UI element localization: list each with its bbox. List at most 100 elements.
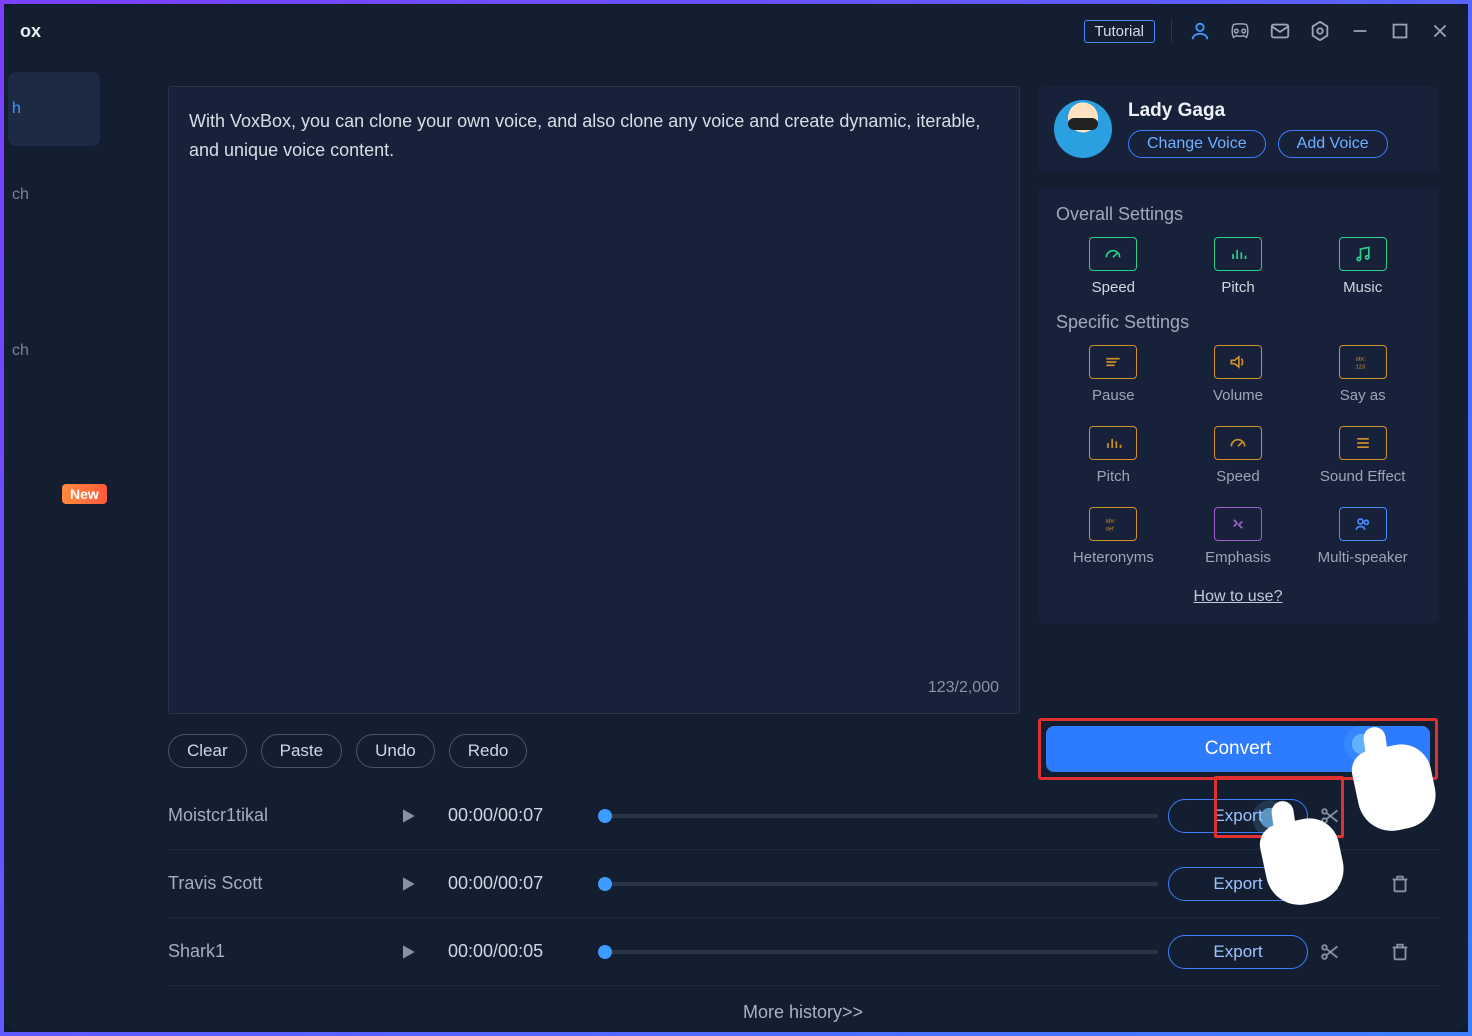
voice-card: Lady Gaga Change Voice Add Voice	[1038, 86, 1438, 172]
sidebar-item-0[interactable]: h	[8, 72, 100, 146]
play-icon[interactable]	[398, 942, 418, 962]
settings-icon[interactable]	[1308, 19, 1332, 43]
history-row: Travis Scott00:00/00:07Export	[168, 850, 1438, 918]
history-row: Shark1 00:00/00:05 Export	[168, 918, 1438, 986]
titlebar: ox Tutorial	[8, 8, 1464, 54]
volume-icon	[1214, 345, 1262, 379]
voice-name: Lady Gaga	[1128, 100, 1422, 122]
new-badge: New	[62, 484, 107, 504]
setting-label: Multi-speaker	[1318, 549, 1408, 566]
overall-setting-speed[interactable]: Speed	[1056, 237, 1171, 296]
gauge-icon	[1214, 426, 1262, 460]
cursor-hand-export	[1256, 808, 1346, 898]
settings-card: Overall Settings Speed Pitch Music Specifi…	[1038, 188, 1438, 624]
setting-label: Heteronyms	[1073, 549, 1154, 566]
sidebar-item-label: ch	[12, 342, 29, 360]
setting-label: Speed	[1216, 468, 1259, 485]
svg-text:abc: abc	[1106, 518, 1115, 524]
specific-setting-speed[interactable]: Speed	[1181, 426, 1296, 485]
sidebar-item-1[interactable]: ch	[8, 158, 100, 232]
sidebar-item-2[interactable]: ch	[8, 314, 100, 388]
setting-label: Emphasis	[1205, 549, 1271, 566]
setting-label: Pitch	[1097, 468, 1130, 485]
paste-button[interactable]: Paste	[261, 734, 342, 768]
overall-setting-pitch[interactable]: Pitch	[1181, 237, 1296, 296]
history-list: Moistcr1tikal 00:00/00:07 Export Travis Sco…	[168, 782, 1438, 1023]
app-name: ox	[20, 21, 41, 42]
setting-label: Pitch	[1221, 279, 1254, 296]
specific-setting-emphasis[interactable]: Emphasis	[1181, 507, 1296, 566]
text-content[interactable]: With VoxBox, you can clone your own voic…	[189, 107, 999, 675]
close-icon[interactable]	[1428, 19, 1452, 43]
bars-icon	[1089, 426, 1137, 460]
progress-slider[interactable]	[598, 814, 1158, 818]
svg-text:def: def	[1106, 527, 1114, 533]
users-icon	[1339, 507, 1387, 541]
specific-setting-pitch[interactable]: Pitch	[1056, 426, 1171, 485]
progress-slider[interactable]	[598, 882, 1158, 886]
minimize-icon[interactable]	[1348, 19, 1372, 43]
play-icon[interactable]	[398, 806, 418, 826]
timecode: 00:00/00:05	[448, 941, 588, 962]
history-name: Travis Scott	[168, 873, 388, 894]
setting-label: Pause	[1092, 387, 1135, 404]
mail-icon[interactable]	[1268, 19, 1292, 43]
bars-icon	[1214, 237, 1262, 271]
avatar[interactable]	[1054, 100, 1112, 158]
history-row: Moistcr1tikal00:00/00:07Export	[168, 782, 1438, 850]
setting-label: Sound Effect	[1320, 468, 1406, 485]
gauge-icon	[1089, 237, 1137, 271]
export-button[interactable]: Export	[1168, 935, 1308, 969]
specific-setting-say-as[interactable]: abc 123 Say as	[1305, 345, 1420, 404]
sidebar: h ch ch New	[8, 54, 108, 1028]
add-voice-button[interactable]: Add Voice	[1278, 130, 1388, 158]
timecode: 00:00/00:07	[448, 873, 588, 894]
lines-icon	[1089, 345, 1137, 379]
redo-button[interactable]: Redo	[449, 734, 528, 768]
arrows-icon	[1214, 507, 1262, 541]
cursor-hand-convert	[1348, 734, 1438, 824]
char-count: 123/2,000	[189, 675, 999, 701]
specific-setting-multi-speaker[interactable]: Multi-speaker	[1305, 507, 1420, 566]
user-icon[interactable]	[1188, 19, 1212, 43]
abc123-icon: abc 123	[1339, 345, 1387, 379]
specific-setting-pause[interactable]: Pause	[1056, 345, 1171, 404]
music-icon	[1339, 237, 1387, 271]
specific-settings-title: Specific Settings	[1056, 312, 1420, 333]
tutorial-button[interactable]: Tutorial	[1084, 20, 1155, 43]
setting-label: Say as	[1340, 387, 1386, 404]
change-voice-button[interactable]: Change Voice	[1128, 130, 1266, 158]
clear-button[interactable]: Clear	[168, 734, 247, 768]
overall-settings-title: Overall Settings	[1056, 204, 1420, 225]
progress-slider[interactable]	[598, 950, 1158, 954]
trash-icon[interactable]	[1388, 940, 1412, 964]
scissors-icon[interactable]	[1318, 940, 1342, 964]
undo-button[interactable]: Undo	[356, 734, 435, 768]
abcdef-icon: abc def	[1089, 507, 1137, 541]
history-name: Moistcr1tikal	[168, 805, 388, 826]
timecode: 00:00/00:07	[448, 805, 588, 826]
maximize-icon[interactable]	[1388, 19, 1412, 43]
setting-label: Speed	[1092, 279, 1135, 296]
discord-icon[interactable]	[1228, 19, 1252, 43]
setting-label: Music	[1343, 279, 1382, 296]
trash-icon[interactable]	[1388, 872, 1412, 896]
how-to-use-link[interactable]: How to use?	[1056, 588, 1420, 606]
overall-setting-music[interactable]: Music	[1305, 237, 1420, 296]
menu-icon	[1339, 426, 1387, 460]
history-name: Shark1	[168, 941, 388, 962]
sidebar-item-label: h	[12, 100, 21, 118]
specific-setting-sound-effect[interactable]: Sound Effect	[1305, 426, 1420, 485]
sidebar-item-label: ch	[12, 186, 29, 204]
specific-setting-heteronyms[interactable]: abc def Heteronyms	[1056, 507, 1171, 566]
sidebar-item-new[interactable]: New	[8, 440, 108, 504]
specific-setting-volume[interactable]: Volume	[1181, 345, 1296, 404]
right-panel: Lady Gaga Change Voice Add Voice Overall…	[1038, 86, 1438, 714]
svg-text:123: 123	[1355, 365, 1365, 371]
more-history-link[interactable]: More history>>	[168, 1002, 1438, 1023]
setting-label: Volume	[1213, 387, 1263, 404]
svg-text:abc: abc	[1355, 356, 1364, 362]
divider	[1171, 19, 1172, 43]
play-icon[interactable]	[398, 874, 418, 894]
text-input-card[interactable]: With VoxBox, you can clone your own voic…	[168, 86, 1020, 714]
